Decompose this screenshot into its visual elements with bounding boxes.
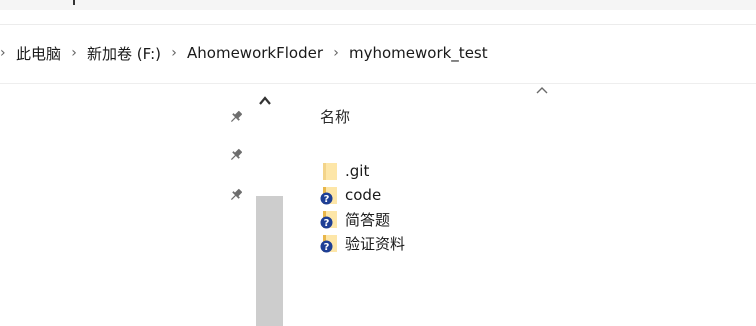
file-name: code [345, 186, 382, 204]
svg-text:?: ? [324, 194, 330, 205]
question-overlay-icon: ? [320, 216, 333, 229]
svg-text:?: ? [324, 242, 330, 253]
address-bar[interactable]: › 此电脑 › 新加卷 (F:) › AhomeworkFloder › myh… [0, 30, 756, 76]
breadcrumb-item-drive-f[interactable]: 新加卷 (F:) [85, 43, 163, 64]
toolbar-divider [0, 24, 756, 25]
pin-icon[interactable] [228, 147, 244, 163]
breadcrumb-chevron-icon[interactable]: › [163, 45, 185, 61]
svg-text:?: ? [324, 218, 330, 229]
folder-icon: ? [320, 233, 340, 253]
breadcrumb-item-myhomework-test[interactable]: myhomework_test [347, 44, 490, 62]
file-row-git[interactable]: .git [320, 159, 620, 183]
column-header-name[interactable]: 名称 [320, 106, 350, 127]
folder-icon [320, 161, 340, 181]
breadcrumb-chevron-icon[interactable]: › [325, 45, 347, 61]
pin-icon[interactable] [228, 187, 244, 203]
file-name: 简答题 [345, 210, 391, 229]
breadcrumb-overflow-chevron-icon[interactable]: › [0, 45, 14, 61]
folder-icon: ? [320, 209, 340, 229]
file-row-short-answer[interactable]: ? 简答题 [320, 207, 620, 231]
sort-ascending-icon[interactable] [535, 85, 549, 95]
file-row-code[interactable]: ? code [320, 183, 620, 207]
scroll-up-arrow-icon[interactable] [258, 94, 272, 108]
breadcrumb-item-this-pc[interactable]: 此电脑 [14, 43, 63, 64]
scrollbar-thumb[interactable] [256, 196, 283, 326]
folder-icon: ? [320, 185, 340, 205]
title-bar-remnant [0, 0, 756, 10]
breadcrumb-chevron-icon[interactable]: › [63, 45, 85, 61]
breadcrumb-item-ahomeworkfloder[interactable]: AhomeworkFloder [185, 44, 325, 62]
question-overlay-icon: ? [320, 192, 333, 205]
cursor-tick [73, 0, 75, 5]
file-name: 验证资料 [345, 234, 406, 253]
pin-icon[interactable] [228, 109, 244, 125]
file-row-verification-material[interactable]: ? 验证资料 [320, 231, 620, 255]
file-list: .git ? code ? 简答题 ? 验证资料 [320, 159, 620, 255]
question-overlay-icon: ? [320, 240, 333, 253]
file-name: .git [345, 162, 370, 180]
